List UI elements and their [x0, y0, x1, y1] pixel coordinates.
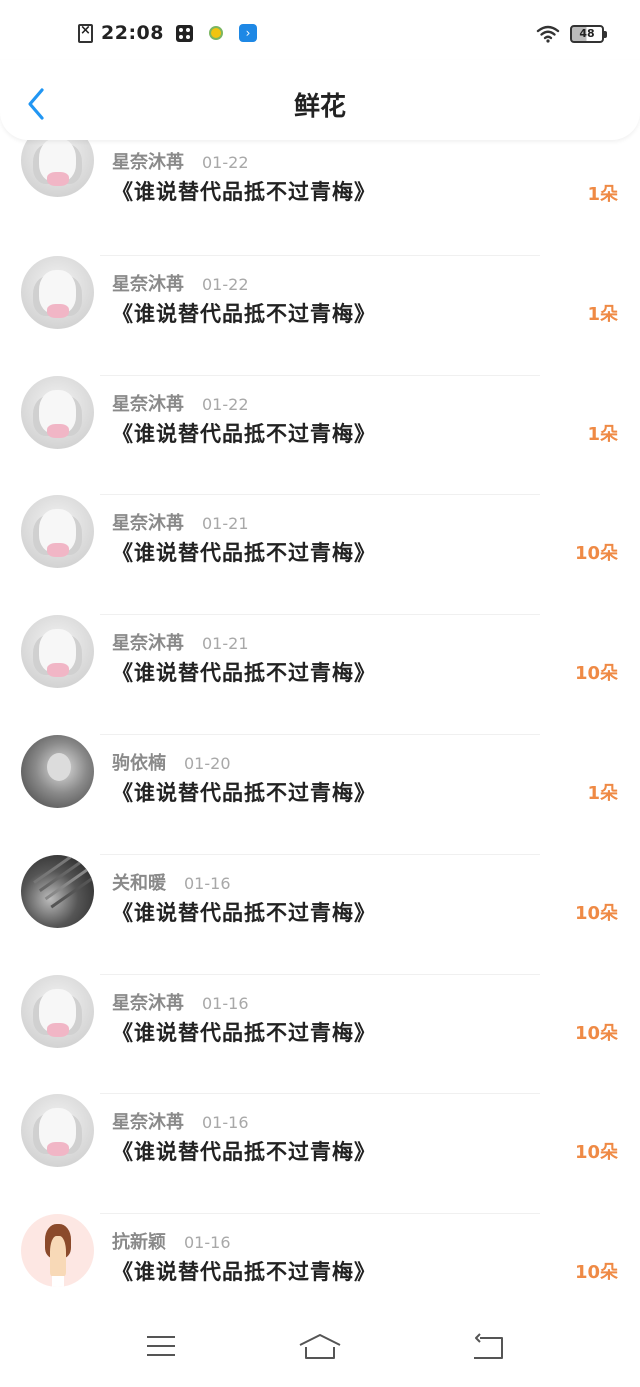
- flower-amount: 10朵: [574, 1022, 618, 1044]
- book-title[interactable]: 《谁说替代品抵不过青梅》: [112, 537, 376, 567]
- flower-amount: 1朵: [587, 303, 618, 325]
- list-item[interactable]: 星奈沐苒 01-16 《谁说替代品抵不过青梅》 10朵: [0, 1094, 640, 1215]
- home-button[interactable]: [290, 1332, 350, 1372]
- book-title[interactable]: 《谁说替代品抵不过青梅》: [112, 1136, 376, 1166]
- home-icon: [299, 1334, 341, 1359]
- game-app-icon: [175, 24, 193, 42]
- item-date: 01-21: [202, 514, 249, 534]
- menu-icon: [147, 1336, 175, 1356]
- system-nav-bar: [0, 1312, 640, 1387]
- list-item[interactable]: 星奈沐苒 01-16 《谁说替代品抵不过青梅》 10朵: [0, 974, 640, 1095]
- book-title[interactable]: 《谁说替代品抵不过青梅》: [112, 176, 376, 206]
- avatar[interactable]: [21, 255, 94, 329]
- item-date: 01-16: [184, 1233, 231, 1253]
- avatar[interactable]: [21, 1094, 94, 1168]
- item-date: 01-20: [184, 753, 231, 773]
- item-date: 01-16: [202, 993, 249, 1013]
- user-name[interactable]: 抗新颖: [112, 1228, 166, 1254]
- file-error-icon: [78, 23, 93, 43]
- item-date: 01-16: [184, 873, 231, 893]
- avatar[interactable]: [21, 974, 94, 1048]
- flower-amount: 10朵: [574, 543, 618, 565]
- flower-amount: 10朵: [574, 1142, 618, 1164]
- page-title: 鲜花: [293, 92, 346, 122]
- list-item[interactable]: 星奈沐苒 01-22 《谁说替代品抵不过青梅》 1朵: [0, 375, 640, 496]
- item-date: 01-22: [202, 274, 249, 294]
- list-item[interactable]: 星奈沐苒 01-21 《谁说替代品抵不过青梅》 10朵: [0, 495, 640, 616]
- battery-icon: 48: [570, 25, 607, 43]
- item-date: 01-21: [202, 634, 249, 654]
- user-name[interactable]: 星奈沐苒: [112, 1108, 184, 1134]
- return-button[interactable]: [458, 1332, 518, 1372]
- avatar[interactable]: [21, 615, 94, 689]
- book-title[interactable]: 《谁说替代品抵不过青梅》: [112, 1256, 376, 1286]
- user-name[interactable]: 驹依楠: [112, 749, 166, 775]
- status-right: 48: [536, 25, 607, 43]
- item-date: 01-22: [202, 394, 249, 414]
- status-left: 22:08 ›: [78, 22, 257, 44]
- avatar[interactable]: [21, 734, 94, 808]
- item-date: 01-16: [202, 1113, 249, 1133]
- user-name[interactable]: 星奈沐苒: [112, 390, 184, 416]
- book-title[interactable]: 《谁说替代品抵不过青梅》: [112, 418, 376, 448]
- book-title[interactable]: 《谁说替代品抵不过青梅》: [112, 298, 376, 328]
- book-title[interactable]: 《谁说替代品抵不过青梅》: [112, 897, 376, 927]
- reader-app-icon: ›: [238, 24, 257, 42]
- book-title[interactable]: 《谁说替代品抵不过青梅》: [112, 1017, 376, 1047]
- user-name[interactable]: 星奈沐苒: [112, 270, 184, 296]
- avatar[interactable]: [21, 375, 94, 449]
- header: 鲜花: [0, 60, 640, 140]
- list-item[interactable]: 星奈沐苒 01-22 《谁说替代品抵不过青梅》 1朵: [0, 255, 640, 376]
- book-title[interactable]: 《谁说替代品抵不过青梅》: [112, 657, 376, 687]
- user-name[interactable]: 星奈沐苒: [112, 629, 184, 655]
- avatar[interactable]: [21, 495, 94, 569]
- flower-amount: 10朵: [574, 1262, 618, 1284]
- wifi-icon: [536, 25, 560, 43]
- flower-amount: 1朵: [587, 423, 618, 445]
- user-name[interactable]: 星奈沐苒: [112, 148, 184, 174]
- flower-amount: 10朵: [574, 663, 618, 685]
- list-item[interactable]: 驹依楠 01-20 《谁说替代品抵不过青梅》 1朵: [0, 734, 640, 855]
- flower-app-icon: [208, 26, 223, 40]
- user-name[interactable]: 关和暖: [112, 869, 166, 895]
- flower-amount: 1朵: [587, 782, 618, 804]
- list-item[interactable]: 星奈沐苒 01-21 《谁说替代品抵不过青梅》 10朵: [0, 615, 640, 735]
- item-date: 01-22: [202, 153, 249, 172]
- flower-list: 星奈沐苒 01-22 《谁说替代品抵不过青梅》 1朵 星奈沐苒 01-22 《谁…: [0, 124, 640, 1334]
- flower-amount: 10朵: [574, 902, 618, 924]
- status-time: 22:08: [101, 22, 164, 44]
- list-item[interactable]: 关和暖 01-16 《谁说替代品抵不过青梅》 10朵: [0, 854, 640, 975]
- user-name[interactable]: 星奈沐苒: [112, 989, 184, 1015]
- book-title[interactable]: 《谁说替代品抵不过青梅》: [112, 777, 376, 807]
- flower-amount: 1朵: [587, 184, 618, 205]
- return-icon: [474, 1333, 503, 1359]
- avatar[interactable]: [21, 854, 94, 928]
- menu-button[interactable]: [131, 1332, 191, 1372]
- avatar[interactable]: [21, 1214, 94, 1288]
- list-item[interactable]: 星奈沐苒 01-22 《谁说替代品抵不过青梅》 1朵: [0, 124, 640, 256]
- user-name[interactable]: 星奈沐苒: [112, 509, 184, 535]
